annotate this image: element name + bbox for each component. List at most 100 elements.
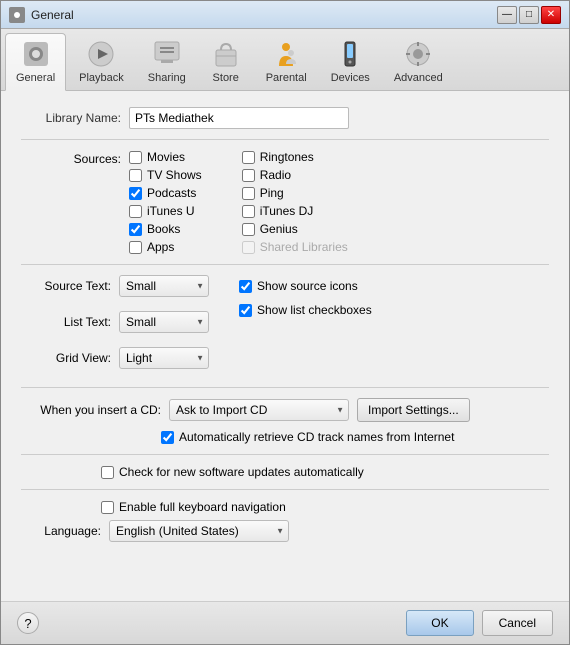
show-list-checkboxes-label: Show list checkboxes <box>257 303 372 317</box>
list-item: Apps <box>129 240 202 254</box>
toolbar: General Playback Sharing <box>1 29 569 91</box>
cd-select[interactable]: Ask to Import CD Import CD Import CD and… <box>169 399 349 421</box>
list-item: Movies <box>129 150 202 164</box>
footer-buttons: OK Cancel <box>406 610 553 636</box>
import-settings-button[interactable]: Import Settings... <box>357 398 470 422</box>
list-text-select-wrapper: Small Medium Large <box>119 311 209 333</box>
radio-checkbox[interactable] <box>242 169 255 182</box>
auto-retrieve-checkbox[interactable] <box>161 431 174 444</box>
apps-label: Apps <box>147 240 174 254</box>
shared-libraries-label: Shared Libraries <box>260 240 348 254</box>
ringtones-label: Ringtones <box>260 150 314 164</box>
tab-parental[interactable]: Parental <box>255 33 318 90</box>
tab-general[interactable]: General <box>5 33 66 91</box>
source-text-select-wrapper: Small Medium Large <box>119 275 209 297</box>
window-controls: — □ ✕ <box>497 6 561 24</box>
itunes-dj-label: iTunes DJ <box>260 204 314 218</box>
software-updates-row: Check for new software updates automatic… <box>101 465 549 479</box>
window-title: General <box>31 8 497 22</box>
tab-devices[interactable]: Devices <box>320 33 381 90</box>
itunes-dj-checkbox[interactable] <box>242 205 255 218</box>
sources-columns: Movies TV Shows Podcasts iTunes U <box>129 150 348 254</box>
show-source-icons-label: Show source icons <box>257 279 358 293</box>
grid-view-select[interactable]: Light Dark <box>119 347 209 369</box>
books-checkbox[interactable] <box>129 223 142 236</box>
books-label: Books <box>147 222 180 236</box>
ping-checkbox[interactable] <box>242 187 255 200</box>
list-item: Genius <box>242 222 348 236</box>
tv-shows-label: TV Shows <box>147 168 202 182</box>
show-list-checkboxes-row: Show list checkboxes <box>239 303 372 317</box>
podcasts-label: Podcasts <box>147 186 196 200</box>
auto-retrieve-row: Automatically retrieve CD track names fr… <box>161 430 549 444</box>
sharing-icon <box>151 38 183 70</box>
tv-shows-checkbox[interactable] <box>129 169 142 182</box>
help-button[interactable]: ? <box>17 612 39 634</box>
playback-icon <box>85 38 117 70</box>
podcasts-checkbox[interactable] <box>129 187 142 200</box>
list-item: Podcasts <box>129 186 202 200</box>
tab-sharing[interactable]: Sharing <box>137 33 197 90</box>
ok-button[interactable]: OK <box>406 610 473 636</box>
language-row: Language: English (United States) Deutsc… <box>21 520 549 542</box>
genius-checkbox[interactable] <box>242 223 255 236</box>
tab-advanced[interactable]: Advanced <box>383 33 454 90</box>
tab-store[interactable]: Store <box>199 33 253 90</box>
list-text-select[interactable]: Small Medium Large <box>119 311 209 333</box>
general-icon <box>20 38 52 70</box>
show-source-icons-checkbox[interactable] <box>239 280 252 293</box>
library-name-input[interactable] <box>129 107 349 129</box>
list-item: iTunes DJ <box>242 204 348 218</box>
show-list-checkboxes-checkbox[interactable] <box>239 304 252 317</box>
library-name-label: Library Name: <box>21 111 121 125</box>
cancel-button[interactable]: Cancel <box>482 610 553 636</box>
ping-label: Ping <box>260 186 284 200</box>
sources-left-col: Movies TV Shows Podcasts iTunes U <box>129 150 202 254</box>
grid-view-select-wrapper: Light Dark <box>119 347 209 369</box>
list-item: iTunes U <box>129 204 202 218</box>
sources-label: Sources: <box>21 150 121 254</box>
source-text-label: Source Text: <box>21 279 111 293</box>
minimize-button[interactable]: — <box>497 6 517 24</box>
cd-label: When you insert a CD: <box>21 403 161 417</box>
software-updates-label: Check for new software updates automatic… <box>119 465 364 479</box>
cd-select-wrapper: Ask to Import CD Import CD Import CD and… <box>169 399 349 421</box>
sources-right-col: Ringtones Radio Ping iTunes DJ <box>242 150 348 254</box>
show-source-icons-row: Show source icons <box>239 279 372 293</box>
itunes-u-label: iTunes U <box>147 204 195 218</box>
list-item: Ringtones <box>242 150 348 164</box>
movies-label: Movies <box>147 150 185 164</box>
library-name-row: Library Name: <box>21 107 549 129</box>
cd-insert-row: When you insert a CD: Ask to Import CD I… <box>21 398 549 422</box>
content-area: Library Name: Sources: Movies TV Shows <box>1 91 569 601</box>
list-item: Radio <box>242 168 348 182</box>
radio-label: Radio <box>260 168 291 182</box>
list-item: Shared Libraries <box>242 240 348 254</box>
shared-libraries-checkbox <box>242 241 255 254</box>
maximize-button[interactable]: □ <box>519 6 539 24</box>
itunes-u-checkbox[interactable] <box>129 205 142 218</box>
language-label: Language: <box>21 524 101 538</box>
list-item: TV Shows <box>129 168 202 182</box>
title-bar-icon <box>9 7 25 23</box>
auto-retrieve-label: Automatically retrieve CD track names fr… <box>179 430 454 444</box>
list-text-label: List Text: <box>21 315 111 329</box>
language-select-wrapper: English (United States) Deutsch Français… <box>109 520 289 542</box>
close-button[interactable]: ✕ <box>541 6 561 24</box>
movies-checkbox[interactable] <box>129 151 142 164</box>
keyboard-nav-row: Enable full keyboard navigation <box>101 500 549 514</box>
footer: ? OK Cancel <box>1 601 569 644</box>
keyboard-nav-checkbox[interactable] <box>101 501 114 514</box>
source-text-select[interactable]: Small Medium Large <box>119 275 209 297</box>
tab-playback[interactable]: Playback <box>68 33 135 90</box>
apps-checkbox[interactable] <box>129 241 142 254</box>
grid-view-row: Grid View: Light Dark <box>21 347 209 369</box>
genius-label: Genius <box>260 222 298 236</box>
advanced-icon <box>402 38 434 70</box>
software-updates-checkbox[interactable] <box>101 466 114 479</box>
grid-view-label: Grid View: <box>21 351 111 365</box>
devices-icon <box>334 38 366 70</box>
ringtones-checkbox[interactable] <box>242 151 255 164</box>
parental-icon <box>270 38 302 70</box>
language-select[interactable]: English (United States) Deutsch Français… <box>109 520 289 542</box>
